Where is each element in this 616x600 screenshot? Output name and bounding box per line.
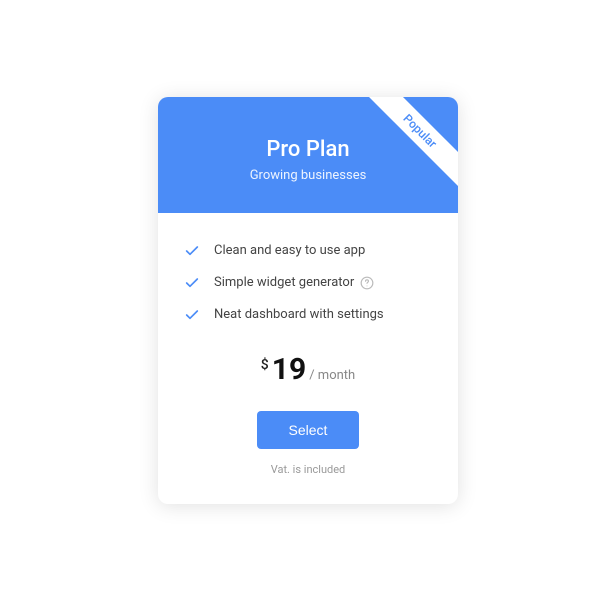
popular-ribbon: Popular — [348, 97, 458, 207]
card-header: Popular Pro Plan Growing businesses — [158, 97, 458, 213]
feature-label: Clean and easy to use app — [214, 243, 365, 258]
vat-note: Vat. is included — [184, 463, 432, 476]
help-icon[interactable] — [360, 276, 374, 290]
price-currency: $ — [261, 357, 269, 373]
price: $ 19 / month — [184, 355, 432, 385]
check-icon — [184, 243, 200, 259]
price-period: / month — [309, 368, 355, 383]
ribbon-label: Popular — [362, 97, 458, 189]
check-icon — [184, 307, 200, 323]
select-button[interactable]: Select — [257, 411, 360, 449]
price-amount: 19 — [272, 355, 306, 385]
feature-label: Simple widget generator — [214, 275, 354, 290]
check-icon — [184, 275, 200, 291]
feature-list: Clean and easy to use app Simple widget … — [184, 243, 432, 323]
feature-label: Neat dashboard with settings — [214, 307, 384, 322]
feature-item: Clean and easy to use app — [184, 243, 432, 259]
pricing-card: Popular Pro Plan Growing businesses Clea… — [158, 97, 458, 504]
card-body: Clean and easy to use app Simple widget … — [158, 213, 458, 504]
feature-item: Neat dashboard with settings — [184, 307, 432, 323]
feature-item: Simple widget generator — [184, 275, 432, 291]
